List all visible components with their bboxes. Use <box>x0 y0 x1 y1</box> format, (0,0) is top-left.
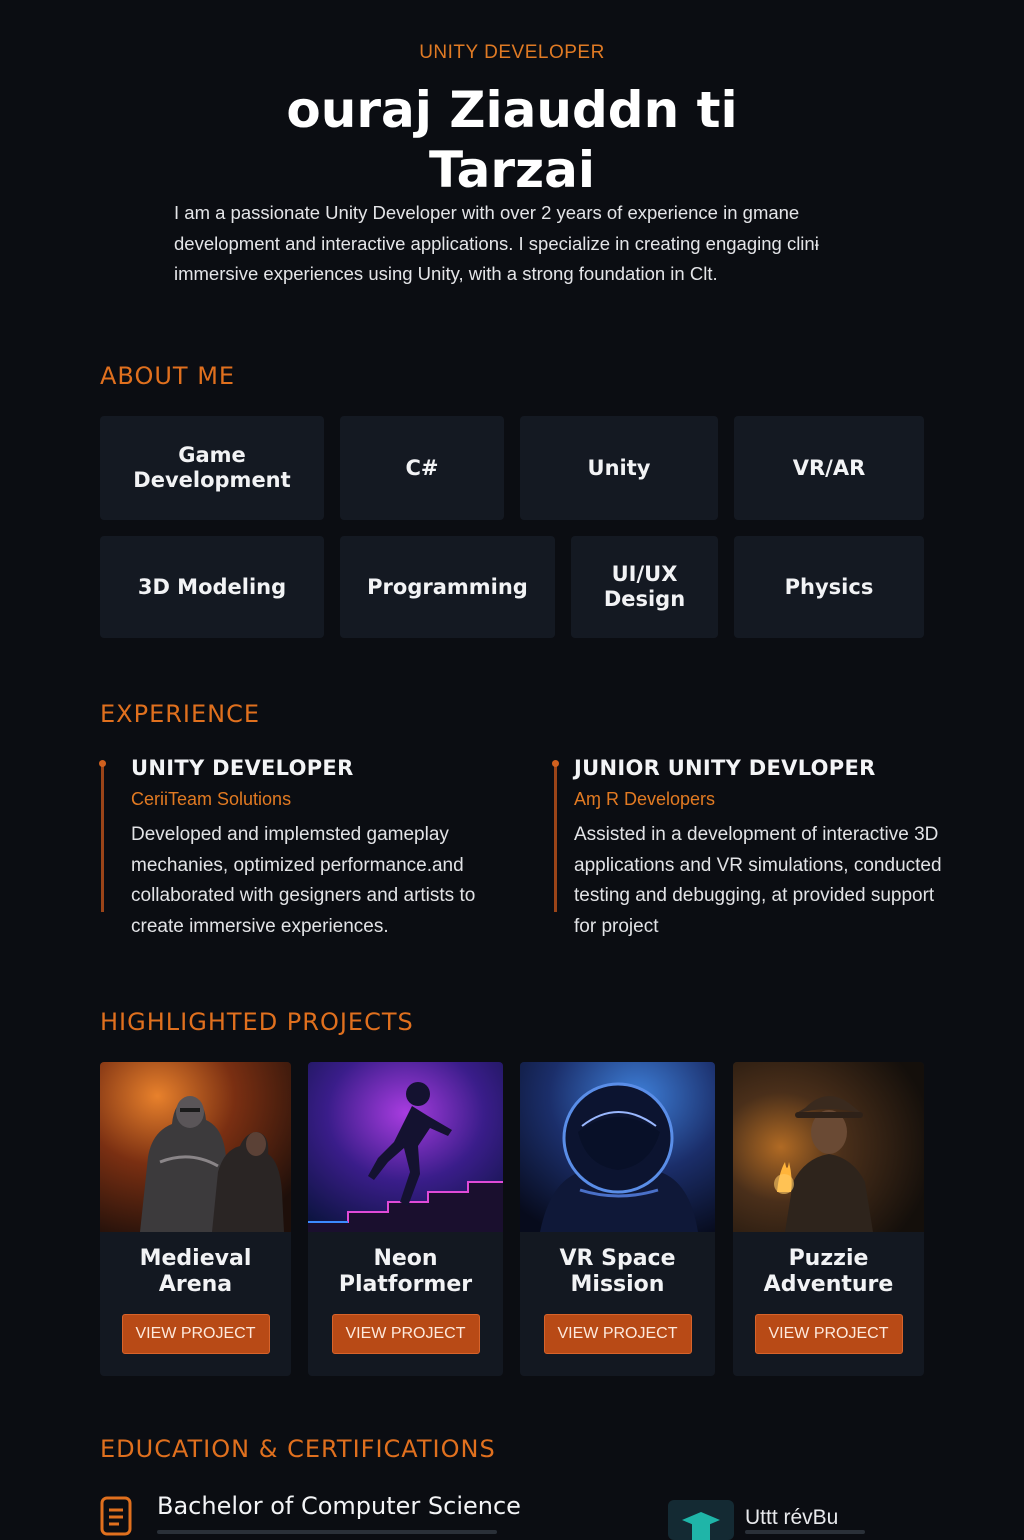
skill-tile: C# <box>340 416 504 520</box>
view-project-button[interactable]: VIEW PROJECT <box>543 1314 692 1354</box>
experience-description: Assisted in a development of interactive… <box>574 824 942 937</box>
project-title: VR Space Mission <box>559 1246 676 1297</box>
view-project-button[interactable]: VIEW PROJECT <box>121 1314 270 1354</box>
timeline-dot <box>552 760 559 767</box>
experience-company: Aɱ R Developers <box>574 789 716 809</box>
experience-role: JUNIOR UNITY DEVLOPER <box>574 756 876 780</box>
project-title: Medieval Arena <box>139 1246 252 1297</box>
experience-title: EXPERIENCE <box>100 700 261 728</box>
view-project-button[interactable]: VIEW PROJECT <box>754 1314 903 1354</box>
skill-tile: VR/AR <box>734 416 924 520</box>
skill-tile: UI/UX Design <box>571 536 718 638</box>
neon-runner-thumbnail <box>308 1062 503 1232</box>
intro-text: I am a passionate Unity Developer with o… <box>174 202 819 284</box>
certificate-title: Uttt révBu <box>745 1506 839 1529</box>
experience-company: CeriiTeam Solutions <box>131 789 292 809</box>
project-title: Neon Platformer <box>338 1246 473 1297</box>
degree-title: Bachelor of Computer Science <box>157 1492 521 1520</box>
skill-tile: Programming <box>340 536 555 638</box>
developer-name: ouraj Ziauddn ti Tarzai <box>212 80 812 200</box>
graduation-cap-icon <box>668 1500 734 1540</box>
experience-item: JUNIOR UNITY DEVLOPER Aɱ R Developers As… <box>544 752 944 952</box>
timeline-dot <box>99 760 106 767</box>
project-card: VR Space Mission VIEW PROJECT <box>520 1062 715 1376</box>
certificate-subtitle-placeholder <box>745 1530 865 1534</box>
timeline-bar <box>101 762 104 912</box>
hero-eyebrow: UNITY DEVELOPER <box>419 42 605 63</box>
skill-tile: 3D Modeling <box>100 536 324 638</box>
degree-subtitle-placeholder <box>157 1530 497 1534</box>
knight-thumbnail <box>100 1062 291 1232</box>
astronaut-thumbnail <box>520 1062 715 1232</box>
experience-role: UNITY DEVELOPER <box>131 756 354 780</box>
project-card: Neon Platformer VIEW PROJECT <box>308 1062 503 1376</box>
projects-title: HIGHLIGHTED PROJECTS <box>100 1008 414 1036</box>
developer-name-line1: ouraj Ziauddn ti <box>286 81 738 139</box>
project-card: Puzzie Adventure VIEW PROJECT <box>733 1062 924 1376</box>
explorer-thumbnail <box>733 1062 924 1232</box>
document-icon <box>100 1496 132 1536</box>
skill-tile: Physics <box>734 536 924 638</box>
project-card: Medieval Arena VIEW PROJECT <box>100 1062 291 1376</box>
timeline-bar <box>554 762 557 912</box>
skill-tile: Game Development <box>100 416 324 520</box>
experience-item: UNITY DEVELOPER CeriiTeam Solutions Deve… <box>99 752 521 952</box>
education-title: EDUCATION & CERTIFICATIONS <box>100 1435 496 1463</box>
developer-name-line2: Tarzai <box>428 141 596 199</box>
skill-tile: Unity <box>520 416 718 520</box>
about-title: ABOUT ME <box>100 362 236 390</box>
project-title: Puzzie Adventure <box>763 1246 894 1297</box>
view-project-button[interactable]: VIEW PROJECT <box>331 1314 480 1354</box>
experience-description: Developed and implemsted gameplay mechan… <box>131 824 476 937</box>
